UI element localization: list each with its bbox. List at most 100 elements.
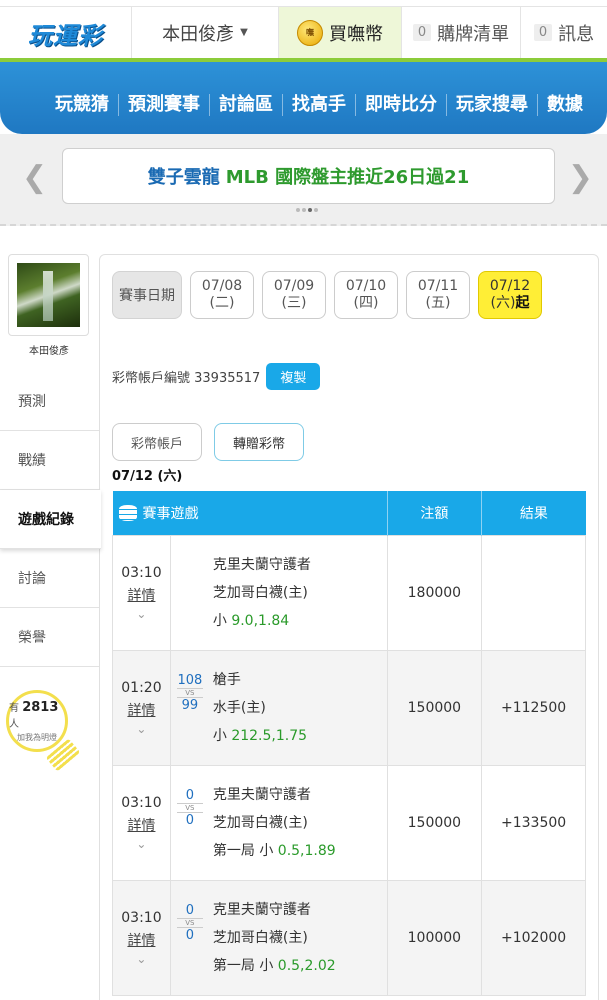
date-value: 07/11 xyxy=(417,278,459,294)
chevron-down-icon[interactable]: ⌄ xyxy=(113,837,170,851)
time-cell: 03:10 詳情 ⌄ xyxy=(112,879,171,996)
nav-item-experts[interactable]: 找高手 xyxy=(282,94,355,116)
detail-link[interactable]: 詳情 xyxy=(113,585,170,605)
date-weekday: (二) xyxy=(209,295,235,311)
nav-item-player-search[interactable]: 玩家搜尋 xyxy=(446,94,537,116)
sidebar-item-game-log[interactable]: 遊戲紀錄 xyxy=(0,490,101,549)
arrow-right-icon[interactable]: ❯ xyxy=(568,160,593,195)
buy-coin-button[interactable]: 嘸 買嘸幣 xyxy=(279,7,402,58)
follower-number: 2813 xyxy=(22,700,59,715)
header-game-label: 賽事遊戲 xyxy=(142,505,199,522)
sidebar-item-discuss[interactable]: 討論 xyxy=(0,549,99,608)
score-away: 108 xyxy=(177,672,203,688)
result-cell: +112500 xyxy=(481,649,586,766)
game-cell: 0 VS 0 克里夫蘭守護者 芝加哥白襪(主) 第一局 小 0.5,2.02 xyxy=(169,879,388,996)
table-row: 03:10 詳情 ⌄ 0 VS 0 克里夫蘭守護者 芝加哥白襪(主) 第一局 小… xyxy=(112,764,586,881)
top-bar: 玩運彩 本田俊彥 ▼ 嘸 買嘸幣 0 購牌清單 0 訊息 xyxy=(0,6,607,59)
team-home: 芝加哥白襪(主) xyxy=(212,584,308,601)
follower-prefix: 有 xyxy=(9,703,19,714)
result-cell xyxy=(481,534,586,651)
banner-slide[interactable]: 雙子雲龍 MLB 國際盤主推近26日過21 xyxy=(62,148,555,204)
main-panel: 賽事日期 07/08 (二) 07/09 (三) 07/10 (四) 07/11… xyxy=(99,254,599,1000)
chevron-down-icon[interactable]: ⌄ xyxy=(113,722,170,736)
date-label: 賽事日期 xyxy=(112,271,182,319)
result-cell: +133500 xyxy=(481,764,586,881)
date-button-0711[interactable]: 07/11 (五) xyxy=(406,271,470,319)
banner-text-highlight: MLB 國際盤主推近26日過21 xyxy=(225,167,470,188)
detail-link[interactable]: 詳情 xyxy=(113,930,170,950)
user-dropdown[interactable]: 本田俊彥 ▼ xyxy=(132,7,279,58)
cart-label: 購牌清單 xyxy=(437,23,510,45)
cart-count-badge: 0 xyxy=(412,24,432,41)
date-weekday: (三) xyxy=(281,295,307,311)
amount-cell: 150000 xyxy=(386,764,483,881)
bet-info: 第一局 小 0.5,2.02 xyxy=(212,957,336,974)
username-label: 本田俊彥 xyxy=(162,23,235,45)
nav-item-guess[interactable]: 玩競猜 xyxy=(46,94,118,116)
sidebar-item-record[interactable]: 戰績 xyxy=(0,431,99,490)
result-cell: +102000 xyxy=(481,879,586,996)
bet-line: 9.0 xyxy=(231,612,254,629)
sidebar-item-predict[interactable]: 預測 xyxy=(0,372,99,431)
tab-transfer-coins[interactable]: 轉贈彩幣 xyxy=(214,423,305,461)
date-weekday: (六) xyxy=(490,295,516,311)
detail-link[interactable]: 詳情 xyxy=(113,815,170,835)
carousel-dot[interactable] xyxy=(296,208,300,212)
bet-type: 小 xyxy=(212,612,227,629)
carousel-dot-active[interactable] xyxy=(308,208,312,212)
date-value: 07/10 xyxy=(345,278,387,294)
header-amount: 注額 xyxy=(387,491,483,535)
lightbulb-icon[interactable]: 有 2813 人 加我為明燈 xyxy=(6,690,81,774)
bet-info: 小 212.5,1.75 xyxy=(212,727,308,744)
score-away: 0 xyxy=(185,787,195,803)
bet-odds: 1.84 xyxy=(258,612,290,629)
time-cell: 03:10 詳情 ⌄ xyxy=(112,534,171,651)
team-home: 芝加哥白襪(主) xyxy=(212,929,308,946)
nav-item-live-score[interactable]: 即時比分 xyxy=(355,94,446,116)
nav-item-data[interactable]: 數據 xyxy=(537,94,592,116)
carousel-dot[interactable] xyxy=(302,208,306,212)
header-result: 結果 xyxy=(481,491,586,535)
detail-link[interactable]: 詳情 xyxy=(113,700,170,720)
account-tabs: 彩幣帳戶 轉贈彩幣 xyxy=(112,423,305,461)
date-button-0710[interactable]: 07/10 (四) xyxy=(334,271,398,319)
cart-button[interactable]: 0 購牌清單 xyxy=(402,7,521,58)
follow-bulb: 有 2813 人 加我為明燈 xyxy=(6,690,68,752)
coin-icon: 嘸 xyxy=(297,19,323,46)
arrow-left-icon[interactable]: ❮ xyxy=(22,160,47,195)
messages-button[interactable]: 0 訊息 xyxy=(521,7,607,58)
team-away: 克里夫蘭守護者 xyxy=(212,556,311,573)
table-row: 01:20 詳情 ⌄ 108 VS 99 槍手 水手(主) 小 212.5,1.… xyxy=(112,649,586,766)
tab-coin-account[interactable]: 彩幣帳戶 xyxy=(112,423,203,461)
date-button-0709[interactable]: 07/09 (三) xyxy=(262,271,326,319)
date-button-0712-active[interactable]: 07/12 (六)起 xyxy=(478,271,542,319)
banner-text-main: 雙子雲龍 xyxy=(147,167,220,188)
bet-info: 第一局 小 0.5,1.89 xyxy=(212,842,336,859)
copy-button[interactable]: 複製 xyxy=(266,363,321,390)
header-game: 賽事遊戲 xyxy=(112,491,388,535)
follow-label: 加我為明燈 xyxy=(17,733,57,742)
message-count-badge: 0 xyxy=(533,24,553,41)
game-time: 01:20 xyxy=(121,679,162,696)
time-cell: 03:10 詳情 ⌄ xyxy=(112,764,171,881)
nav-item-predict[interactable]: 預測賽事 xyxy=(118,94,209,116)
date-weekday: (四) xyxy=(353,295,379,311)
vs-label: VS xyxy=(176,802,203,813)
game-cell: 0 VS 0 克里夫蘭守護者 芝加哥白襪(主) 第一局 小 0.5,1.89 xyxy=(169,764,388,881)
date-button-0708[interactable]: 07/08 (二) xyxy=(190,271,254,319)
date-value: 07/09 xyxy=(273,278,315,294)
chevron-down-icon[interactable]: ⌄ xyxy=(113,952,170,966)
site-logo[interactable]: 玩運彩 xyxy=(0,7,132,59)
sidebar-item-honor[interactable]: 榮譽 xyxy=(0,608,99,667)
date-value: 07/08 xyxy=(201,278,243,294)
bet-odds: 1.75 xyxy=(275,727,308,744)
team-away: 克里夫蘭守護者 xyxy=(212,901,311,918)
logo-text: 玩運彩 xyxy=(28,20,103,50)
account-number: 彩幣帳戶編號 33935517 xyxy=(112,371,261,386)
chevron-down-icon[interactable]: ⌄ xyxy=(113,607,170,621)
team-away: 克里夫蘭守護者 xyxy=(212,786,311,803)
carousel-dot[interactable] xyxy=(314,208,318,212)
avatar-frame[interactable] xyxy=(8,254,89,336)
banner-carousel: ❮ 雙子雲龍 MLB 國際盤主推近26日過21 ❯ xyxy=(0,134,607,226)
nav-item-forum[interactable]: 討論區 xyxy=(209,94,282,116)
